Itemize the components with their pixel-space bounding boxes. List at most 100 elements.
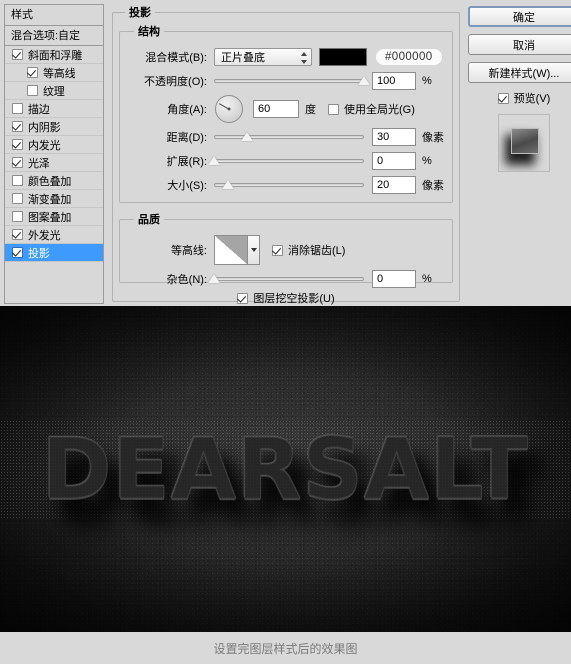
noise-input[interactable]: 0 bbox=[372, 270, 416, 288]
style-effect-checkbox[interactable] bbox=[12, 139, 23, 150]
noise-label: 杂色(N): bbox=[166, 274, 207, 286]
spread-label: 扩展(R): bbox=[166, 156, 207, 168]
quality-group-title: 品质 bbox=[138, 214, 160, 226]
style-effect-checkbox[interactable] bbox=[12, 211, 23, 222]
style-effect-item[interactable]: 斜面和浮雕 bbox=[5, 46, 103, 64]
style-effect-item[interactable]: 外发光 bbox=[5, 226, 103, 244]
distance-label: 距离(D): bbox=[166, 132, 207, 144]
preview-chip bbox=[511, 128, 539, 154]
spread-slider-track bbox=[214, 159, 364, 163]
distance-row: 距离(D): 30 像素 bbox=[128, 125, 444, 149]
chevron-down-icon[interactable] bbox=[248, 235, 260, 265]
preview-label: 预览(V) bbox=[513, 93, 551, 105]
preview-checkbox[interactable] bbox=[497, 92, 509, 104]
spread-slider[interactable] bbox=[208, 152, 364, 170]
distance-slider[interactable] bbox=[214, 128, 364, 146]
style-effect-checkbox[interactable] bbox=[12, 103, 23, 114]
style-effect-checkbox[interactable] bbox=[12, 193, 23, 204]
use-global-light-row[interactable]: 使用全局光(G) bbox=[328, 101, 415, 117]
spread-input[interactable]: 0 bbox=[372, 152, 416, 170]
opacity-row: 不透明度(O): 100 % bbox=[128, 69, 444, 93]
style-effect-checkbox[interactable] bbox=[12, 247, 23, 258]
result-artwork: DEARSALT bbox=[0, 306, 571, 632]
style-effect-item[interactable]: 纹理 bbox=[5, 82, 103, 100]
use-global-light-label: 使用全局光(G) bbox=[344, 104, 415, 116]
size-slider-track bbox=[214, 183, 364, 187]
blend-mode-value: 正片叠底 bbox=[221, 52, 265, 64]
contour-row: 等高线: 消除锯齿(L) bbox=[128, 233, 444, 267]
opacity-slider-thumb[interactable] bbox=[358, 76, 370, 85]
style-preview-thumbnail bbox=[498, 114, 550, 172]
size-input[interactable]: 20 bbox=[372, 176, 416, 194]
style-effect-item[interactable]: 描边 bbox=[5, 100, 103, 118]
use-global-light-checkbox[interactable] bbox=[328, 103, 339, 115]
style-effect-item[interactable]: 内发光 bbox=[5, 136, 103, 154]
noise-slider[interactable] bbox=[208, 270, 364, 288]
opacity-slider[interactable] bbox=[214, 72, 370, 90]
style-effect-item[interactable]: 投影 bbox=[5, 244, 103, 262]
antialias-label: 消除锯齿(L) bbox=[288, 245, 346, 257]
layer-style-dialog: 样式 混合选项:自定 斜面和浮雕等高线纹理 描边内阴影内发光光泽颜色叠加渐变叠加图… bbox=[0, 0, 571, 306]
style-effect-checkbox[interactable] bbox=[12, 175, 23, 186]
angle-unit: 度 bbox=[305, 104, 316, 116]
shadow-color-swatch[interactable] bbox=[319, 48, 367, 66]
chevron-updown-icon bbox=[300, 52, 307, 64]
style-effect-checkbox[interactable] bbox=[12, 121, 23, 132]
size-slider[interactable] bbox=[214, 176, 364, 194]
cancel-button[interactable]: 取消 bbox=[468, 34, 571, 55]
angle-label: 角度(A): bbox=[167, 104, 207, 116]
noise-slider-track bbox=[214, 277, 364, 281]
knockout-control[interactable]: 图层挖空投影(U) bbox=[237, 290, 335, 306]
knockout-label: 图层挖空投影(U) bbox=[253, 293, 335, 305]
quality-group: 品质 等高线: 消除锯齿(L) 杂色(N): 0 % bbox=[119, 211, 453, 288]
effect-settings-panel: 投影 结构 混合模式(B): 正片叠底 #000000 不透明度(O): 100… bbox=[104, 4, 464, 306]
style-effect-item[interactable]: 光泽 bbox=[5, 154, 103, 172]
style-effect-checkbox[interactable] bbox=[27, 85, 38, 96]
new-style-button[interactable]: 新建样式(W)... bbox=[468, 62, 571, 83]
knockout-checkbox[interactable] bbox=[237, 292, 249, 304]
dialog-actions: 确定 取消 新建样式(W)... 预览(V) bbox=[464, 4, 571, 306]
style-effect-label: 颜色叠加 bbox=[28, 175, 72, 188]
style-effect-item[interactable]: 渐变叠加 bbox=[5, 190, 103, 208]
blend-mode-select[interactable]: 正片叠底 bbox=[214, 48, 312, 66]
drop-shadow-group: 投影 结构 混合模式(B): 正片叠底 #000000 不透明度(O): 100… bbox=[112, 4, 460, 305]
style-effect-checkbox[interactable] bbox=[12, 229, 23, 240]
contour-label: 等高线: bbox=[170, 245, 207, 257]
distance-slider-track bbox=[214, 135, 364, 139]
angle-input[interactable]: 60 bbox=[253, 100, 299, 118]
style-effect-label: 内阴影 bbox=[28, 121, 61, 134]
spread-slider-thumb[interactable] bbox=[208, 156, 220, 165]
style-effect-item[interactable]: 颜色叠加 bbox=[5, 172, 103, 190]
artwork-text: DEARSALT bbox=[0, 420, 571, 519]
style-effect-checkbox[interactable] bbox=[12, 49, 23, 60]
style-effect-item[interactable]: 图案叠加 bbox=[5, 208, 103, 226]
size-row: 大小(S): 20 像素 bbox=[128, 173, 444, 197]
style-effect-item[interactable]: 等高线 bbox=[5, 64, 103, 82]
distance-slider-thumb[interactable] bbox=[241, 132, 253, 141]
noise-slider-thumb[interactable] bbox=[208, 274, 220, 283]
distance-input[interactable]: 30 bbox=[372, 128, 416, 146]
blending-options-row[interactable]: 混合选项:自定 bbox=[4, 25, 104, 46]
antialias-checkbox[interactable] bbox=[272, 244, 283, 256]
opacity-input[interactable]: 100 bbox=[372, 72, 416, 90]
contour-thumbnail[interactable] bbox=[214, 235, 248, 265]
drop-shadow-group-title: 投影 bbox=[129, 7, 151, 19]
preview-row[interactable]: 预览(V) bbox=[468, 90, 571, 106]
blend-mode-row: 混合模式(B): 正片叠底 #000000 bbox=[128, 45, 444, 69]
style-effect-item[interactable]: 内阴影 bbox=[5, 118, 103, 136]
opacity-slider-track bbox=[214, 79, 364, 83]
styles-panel-title: 样式 bbox=[4, 4, 104, 25]
opacity-unit: % bbox=[422, 75, 432, 87]
blend-mode-label: 混合模式(B): bbox=[145, 52, 207, 64]
style-effect-label: 光泽 bbox=[28, 157, 50, 170]
contour-picker[interactable] bbox=[214, 235, 260, 265]
antialias-row[interactable]: 消除锯齿(L) bbox=[272, 242, 345, 258]
ok-button[interactable]: 确定 bbox=[468, 6, 571, 27]
style-effect-label: 等高线 bbox=[43, 67, 76, 80]
style-effect-checkbox[interactable] bbox=[27, 67, 38, 78]
style-effect-label: 渐变叠加 bbox=[28, 193, 72, 206]
structure-group-title: 结构 bbox=[138, 26, 160, 38]
angle-dial[interactable] bbox=[215, 95, 243, 123]
size-slider-thumb[interactable] bbox=[221, 180, 234, 189]
style-effect-checkbox[interactable] bbox=[12, 157, 23, 168]
